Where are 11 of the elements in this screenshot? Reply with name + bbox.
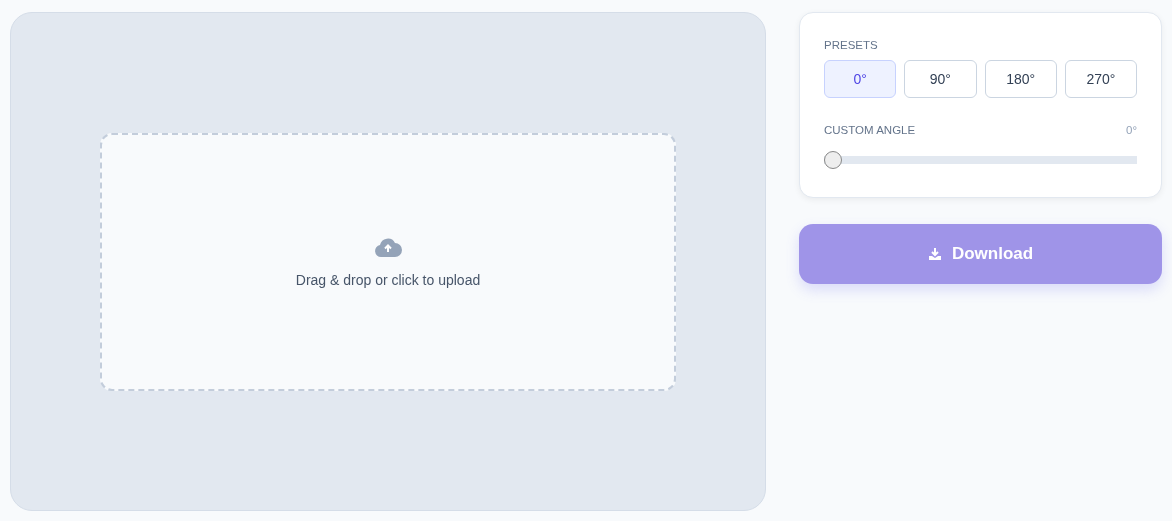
preset-button[interactable]: 90° — [904, 60, 977, 98]
section-label: PRESETS — [824, 39, 879, 51]
upload-dropzone[interactable]: Drag & drop or click to upload — [100, 132, 676, 391]
preset-button[interactable]: 180° — [984, 60, 1057, 98]
upload-hint: Drag & drop or click to upload — [295, 271, 481, 288]
download-icon — [927, 247, 942, 261]
slider-handle[interactable] — [824, 151, 842, 169]
angle-reading: 0° — [1126, 124, 1137, 136]
preset-button[interactable]: 0° — [824, 60, 897, 98]
section-label: CUSTOM ANGLE — [824, 124, 916, 136]
preset-button[interactable]: 270° — [1064, 60, 1137, 98]
